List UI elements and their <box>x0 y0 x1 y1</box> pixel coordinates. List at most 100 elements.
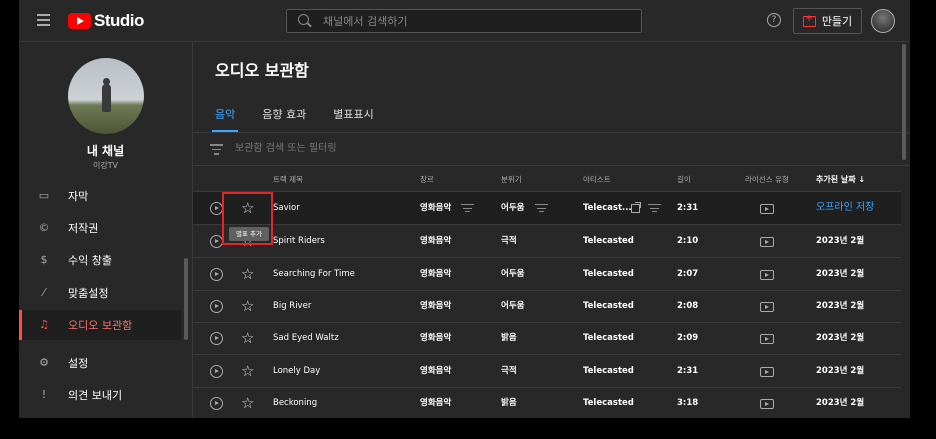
gear-icon: ⚙ <box>39 356 49 369</box>
youtube-logo-icon <box>68 13 91 29</box>
table-row[interactable]: ☆ Beckoning 영화음악 밝음 Telecasted 3:18 2023… <box>193 387 901 418</box>
track-genre: 영화음악 <box>420 366 452 376</box>
table-row[interactable]: ☆ Savior 영화음악 어두움 Telecast... 2:31 오프라인 … <box>193 192 901 225</box>
track-mood: 어두움 <box>501 269 525 279</box>
create-label: 만들기 <box>821 15 853 28</box>
youtube-license-icon <box>760 204 774 214</box>
studio-logo[interactable]: Studio <box>68 11 144 31</box>
table-row[interactable]: ☆ Sad Eyed Waltz 영화음악 밝음 Telecasted 2:09… <box>193 322 901 355</box>
filter-icon[interactable] <box>535 204 548 215</box>
play-icon[interactable] <box>210 365 223 378</box>
track-artist: Telecast... <box>583 203 632 213</box>
sidebar-item-settings[interactable]: ⚙ 설정 <box>19 348 181 378</box>
table-row[interactable]: ☆ Big River 영화음악 어두움 Telecasted 2:08 202… <box>193 290 901 323</box>
column-header-track[interactable]: 트랙 제목 <box>273 174 303 185</box>
filter-icon[interactable] <box>210 144 223 158</box>
track-added-date: 2023년 2월 <box>816 236 865 246</box>
track-duration: 3:18 <box>677 398 699 408</box>
column-header-artist[interactable]: 아티스트 <box>583 174 611 185</box>
tab-sound-effects[interactable]: 음향 효과 <box>262 106 306 132</box>
track-title: Searching For Time <box>273 269 355 279</box>
track-duration: 2:08 <box>677 301 699 311</box>
track-artist: Telecasted <box>583 333 634 343</box>
track-genre: 영화음악 <box>420 301 452 311</box>
subtitles-icon: ▭ <box>38 189 50 202</box>
track-title: Savior <box>273 203 300 213</box>
star-icon[interactable]: ☆ <box>241 355 254 387</box>
track-added-date: 2023년 2월 <box>816 366 865 376</box>
column-header-added-date[interactable]: 추가된 날짜 ↓ <box>816 174 865 185</box>
sidebar-item-feedback[interactable]: ! 의견 보내기 <box>19 380 181 410</box>
library-filter-input[interactable] <box>235 138 635 158</box>
audio-library-icon: ♫ <box>39 318 49 331</box>
menu-icon[interactable] <box>37 14 50 26</box>
sidebar-item-audio-library[interactable]: ♫ 오디오 보관함 <box>19 310 181 340</box>
youtube-license-icon <box>760 270 774 280</box>
feedback-icon: ! <box>41 388 47 401</box>
play-icon[interactable] <box>210 332 223 345</box>
sidebar-item-subtitles[interactable]: ▭ 자막 <box>19 181 181 211</box>
column-header-mood[interactable]: 분위기 <box>501 174 522 185</box>
track-mood: 밝음 <box>501 333 517 343</box>
sidebar-item-copyright[interactable]: © 저작권 <box>19 213 181 243</box>
sidebar: 내 채널 이강TV ▭ 자막 © 저작권 $ 수익 창출 ⁄ 맞춤설정 ♫ 오디… <box>19 42 193 418</box>
sidebar-item-label: 의견 보내기 <box>68 389 123 402</box>
track-added-date: 2023년 2월 <box>816 269 865 279</box>
channel-avatar[interactable] <box>68 58 144 134</box>
youtube-license-icon <box>760 302 774 312</box>
magic-wand-icon: ⁄ <box>43 286 45 299</box>
sidebar-scrollbar[interactable] <box>184 258 188 340</box>
star-icon[interactable]: ☆ <box>241 290 254 322</box>
sidebar-item-monetization[interactable]: $ 수익 창출 <box>19 245 181 275</box>
external-link-icon[interactable] <box>631 202 641 213</box>
track-title: Lonely Day <box>273 366 321 376</box>
play-icon[interactable] <box>210 268 223 281</box>
track-duration: 2:07 <box>677 269 699 279</box>
column-header-duration[interactable]: 길이 <box>677 174 691 185</box>
table-row[interactable]: ☆ Lonely Day 영화음악 극적 Telecasted 2:31 202… <box>193 355 901 388</box>
channel-handle: 이강TV <box>92 161 119 170</box>
play-icon[interactable] <box>210 300 223 313</box>
offline-save-link[interactable]: 오프라인 저장 <box>816 192 874 224</box>
track-added-date: 2023년 2월 <box>816 301 865 311</box>
create-video-icon <box>802 13 816 27</box>
divider <box>193 165 910 166</box>
sidebar-item-label: 수익 창출 <box>68 254 112 267</box>
logo-text: Studio <box>94 11 144 30</box>
track-added-date: 2023년 2월 <box>816 398 865 408</box>
filter-icon[interactable] <box>461 204 474 215</box>
track-artist: Telecasted <box>583 366 634 376</box>
track-mood: 어두움 <box>501 301 525 311</box>
column-header-license[interactable]: 라이선스 유형 <box>745 174 789 185</box>
search-box[interactable] <box>286 9 642 33</box>
tab-bar: 음악 음향 효과 별표표시 <box>211 106 401 132</box>
play-icon[interactable] <box>210 397 223 410</box>
divider <box>193 132 910 133</box>
youtube-license-icon <box>760 399 774 409</box>
sidebar-item-label: 맞춤설정 <box>68 287 109 300</box>
table-row[interactable]: ☆ Searching For Time 영화음악 어두움 Telecasted… <box>193 258 901 291</box>
track-mood: 밝음 <box>501 398 517 408</box>
column-header-genre[interactable]: 장르 <box>420 174 434 185</box>
star-icon[interactable]: ☆ <box>241 387 254 418</box>
table-row[interactable]: ☆ Spirit Riders 영화음악 극적 Telecasted 2:10 … <box>193 225 901 258</box>
sidebar-item-customization[interactable]: ⁄ 맞춤설정 <box>19 278 181 308</box>
main-content: 오디오 보관함 음악 음향 효과 별표표시 트랙 제목 장르 분위기 아티스트 … <box>193 42 910 418</box>
account-avatar[interactable] <box>871 9 895 33</box>
filter-icon[interactable] <box>648 204 661 215</box>
star-icon[interactable]: ☆ <box>241 258 254 290</box>
star-icon[interactable]: ☆ <box>241 322 254 354</box>
tab-starred[interactable]: 별표표시 <box>333 106 373 132</box>
track-genre: 영화음악 <box>420 203 452 213</box>
track-artist: Telecasted <box>583 301 634 311</box>
track-mood: 극적 <box>501 236 517 246</box>
tab-music[interactable]: 음악 <box>211 106 239 132</box>
help-icon[interactable]: ? <box>767 13 781 27</box>
search-input[interactable] <box>323 10 623 32</box>
track-genre: 영화음악 <box>420 398 452 408</box>
main-scrollbar[interactable] <box>902 44 906 160</box>
track-title: Spirit Riders <box>273 236 325 246</box>
create-button[interactable]: 만들기 <box>793 8 862 34</box>
avatar-photo-body <box>102 84 111 112</box>
track-duration: 2:10 <box>677 236 699 246</box>
